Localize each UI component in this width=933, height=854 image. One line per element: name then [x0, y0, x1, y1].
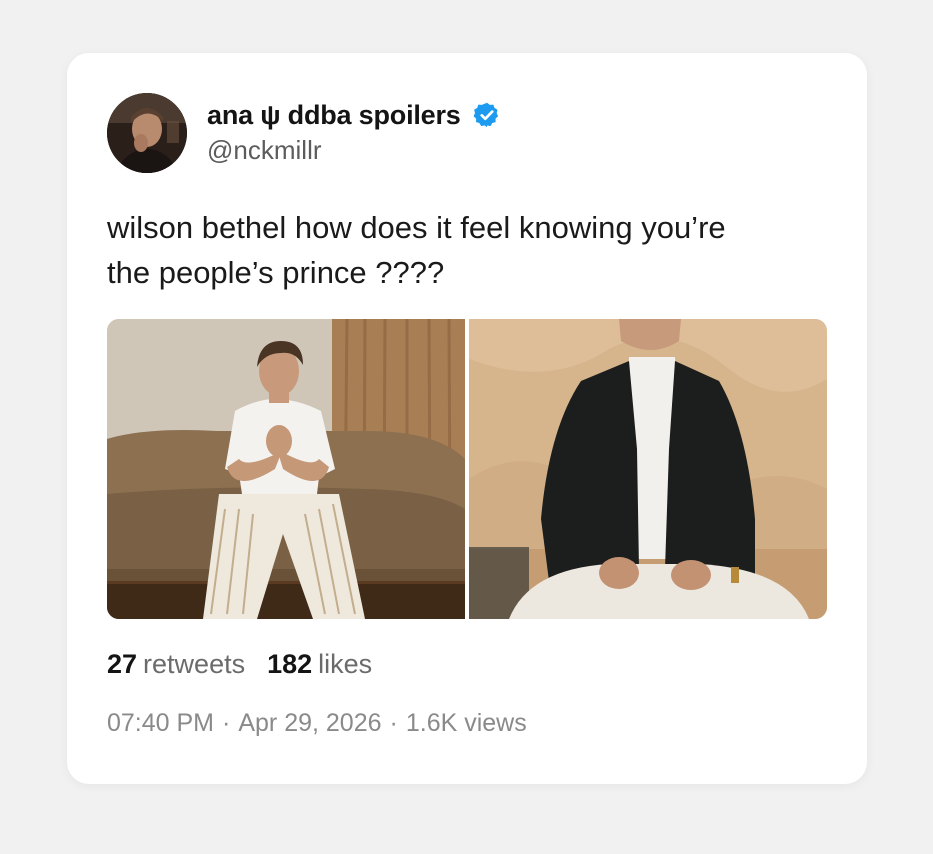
meta-separator: · [222, 709, 231, 737]
display-name[interactable]: ana ψ ddba spoilers [207, 100, 461, 131]
media-grid [107, 319, 827, 619]
tweet-text-line-2: the people’s prince ???? [107, 255, 445, 290]
likes-stat[interactable]: 182 likes [267, 649, 372, 680]
tweet-date[interactable]: Apr 29, 2026 [238, 709, 381, 737]
tweet-card: ana ψ ddba spoilers @nckmillr wilson bet… [67, 53, 867, 784]
media-photo-2[interactable] [469, 319, 827, 619]
media-photo-1[interactable] [107, 319, 465, 619]
tweet-views[interactable]: 1.6K views [406, 709, 527, 737]
verified-badge-icon [473, 101, 501, 129]
engagement-stats: 27 retweets 182 likes [107, 649, 394, 680]
tweet-text-line-1: wilson bethel how does it feel knowing y… [107, 210, 726, 245]
display-name-row: ana ψ ddba spoilers [207, 97, 501, 133]
retweets-count: 27 [107, 649, 138, 679]
retweets-label: retweets [143, 649, 246, 679]
avatar[interactable] [107, 93, 187, 173]
retweets-stat[interactable]: 27 retweets [107, 649, 245, 680]
tweet-time[interactable]: 07:40 PM [107, 709, 214, 737]
likes-label: likes [318, 649, 373, 679]
tweet-text: wilson bethel how does it feel knowing y… [107, 205, 827, 295]
tweet-meta: 07:40 PM · Apr 29, 2026 · 1.6K views [107, 709, 527, 738]
handle[interactable]: @nckmillr [207, 135, 322, 166]
likes-count: 182 [267, 649, 313, 679]
meta-separator: · [389, 709, 398, 737]
